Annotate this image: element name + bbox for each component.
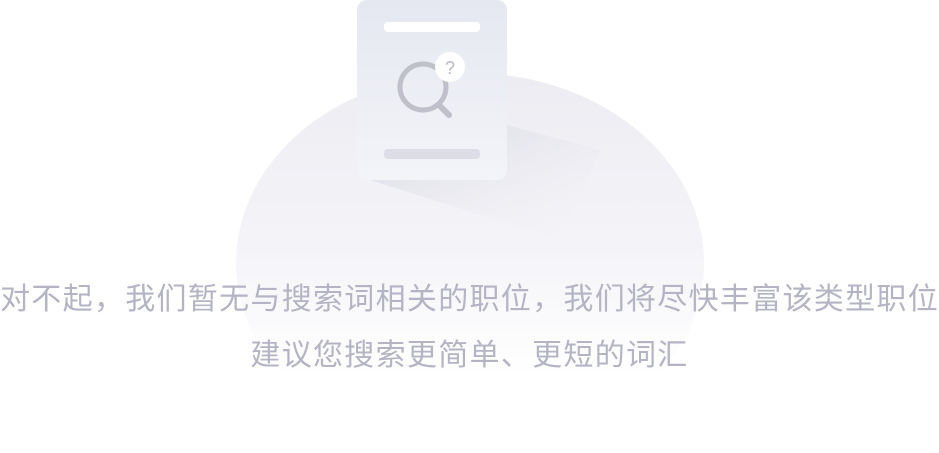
empty-message: 对不起，我们暂无与搜索词相关的职位，我们将尽快丰富该类型职位 — [0, 282, 939, 317]
card-line-top — [384, 22, 480, 32]
card-line-bottom — [384, 149, 480, 159]
svg-text:?: ? — [445, 58, 455, 78]
empty-result-card: ? — [357, 0, 507, 180]
search-question-icon: ? — [397, 52, 465, 118]
empty-suggestion: 建议您搜索更简单、更短的词汇 — [250, 338, 689, 373]
